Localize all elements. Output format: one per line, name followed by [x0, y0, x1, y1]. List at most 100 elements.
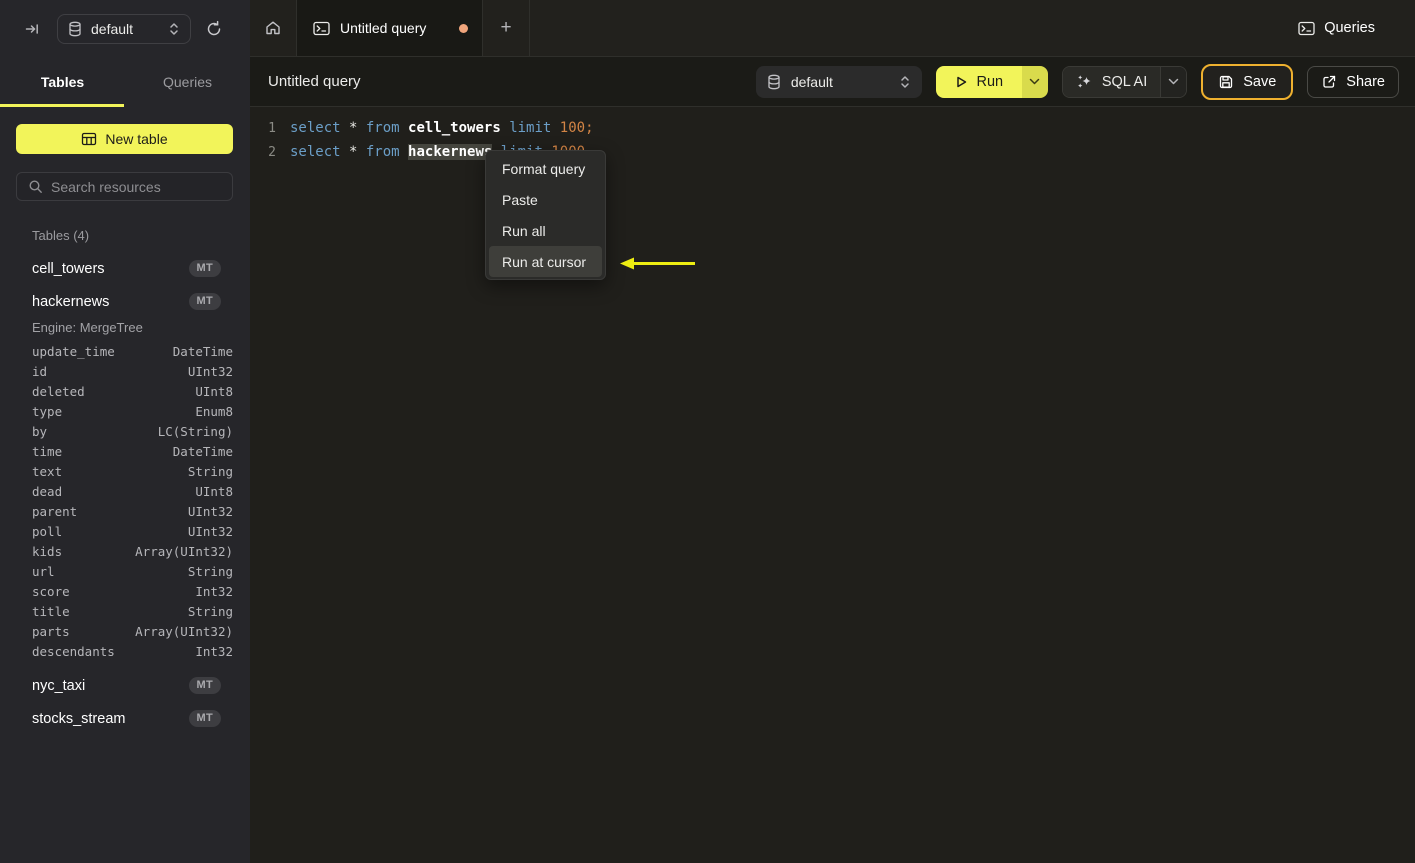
code-token: cell_towers — [408, 120, 501, 136]
column-row[interactable]: deleted UInt8 — [0, 381, 250, 401]
new-table-button[interactable]: New table — [16, 124, 233, 154]
run-options-caret[interactable] — [1021, 65, 1048, 98]
run-button[interactable]: Run — [935, 65, 1048, 98]
table-name: hackernews — [32, 293, 110, 310]
home-button[interactable] — [250, 0, 297, 56]
sql-ai-label: SQL AI — [1101, 73, 1148, 90]
column-type: Int32 — [195, 583, 233, 599]
column-type: Array(UInt32) — [135, 543, 233, 559]
sql-ai-caret[interactable] — [1160, 66, 1187, 97]
table-name: nyc_taxi — [32, 677, 86, 694]
column-row[interactable]: text String — [0, 461, 250, 481]
column-row[interactable]: url String — [0, 561, 250, 581]
chevron-updown-icon — [899, 75, 911, 89]
database-icon — [68, 21, 82, 37]
column-name: descendants — [32, 643, 115, 659]
engine-badge: MT — [188, 710, 221, 727]
column-row[interactable]: id UInt32 — [0, 361, 250, 381]
table-row-hackernews[interactable]: hackernews MT — [0, 285, 250, 318]
menu-item-paste[interactable]: Paste — [489, 184, 602, 215]
column-row[interactable]: type Enum8 — [0, 401, 250, 421]
queries-button[interactable]: Queries — [1298, 20, 1375, 36]
collapse-sidebar-button[interactable] — [24, 21, 40, 37]
collapse-sidebar-icon — [24, 21, 40, 37]
chevron-down-icon — [1168, 78, 1179, 85]
column-type: DateTime — [172, 443, 233, 459]
column-type: DateTime — [172, 343, 233, 359]
column-name: deleted — [32, 383, 85, 399]
share-button[interactable]: Share — [1307, 65, 1399, 98]
sparkles-icon — [1076, 73, 1093, 90]
sql-editor[interactable]: 1 select * from cell_towers limit 100; 2 se… — [250, 107, 1415, 863]
column-row[interactable]: title String — [0, 601, 250, 621]
new-table-label: New table — [105, 131, 168, 147]
search-input[interactable] — [51, 178, 232, 195]
engine-badge: MT — [188, 293, 221, 310]
play-icon — [955, 75, 968, 89]
column-row[interactable]: kids Array(UInt32) — [0, 541, 250, 561]
column-name: poll — [32, 523, 63, 539]
sidebar-tab-queries[interactable]: Queries — [125, 57, 250, 107]
tab-title: Untitled query — [340, 20, 427, 36]
code-token: from — [365, 144, 400, 160]
menu-item-run-all[interactable]: Run all — [489, 215, 602, 246]
refresh-icon — [205, 20, 223, 38]
column-row[interactable]: time DateTime — [0, 441, 250, 461]
save-button[interactable]: Save — [1201, 63, 1294, 100]
tab-untitled-query[interactable]: Untitled query — [297, 0, 483, 56]
sql-ai-button-main[interactable]: SQL AI — [1062, 66, 1161, 97]
tables-section-label: Tables (4) — [32, 228, 90, 243]
column-name: text — [32, 463, 63, 479]
header-database-value: default — [790, 73, 833, 90]
code-line[interactable]: 1 select * from cell_towers limit 100; — [250, 116, 1415, 140]
engine-badge: MT — [188, 677, 221, 694]
column-row[interactable]: parent UInt32 — [0, 501, 250, 521]
query-title: Untitled query — [268, 73, 361, 90]
column-row[interactable]: score Int32 — [0, 581, 250, 601]
hackernews-columns: update_time DateTime id UInt32 deleted UInt8 t… — [0, 341, 250, 669]
sql-ai-button[interactable]: SQL AI — [1061, 65, 1188, 98]
chevron-updown-icon — [168, 22, 180, 36]
sidebar-tabs: Tables Queries — [0, 57, 250, 107]
table-grid-icon — [81, 131, 97, 147]
column-row[interactable]: update_time DateTime — [0, 341, 250, 361]
home-icon — [264, 19, 282, 37]
column-type: UInt8 — [195, 483, 233, 499]
table-row-cell-towers[interactable]: cell_towers MT — [0, 252, 250, 285]
column-row[interactable]: parts Array(UInt32) — [0, 621, 250, 641]
save-icon — [1218, 74, 1234, 90]
menu-item-run-at-cursor[interactable]: Run at cursor — [489, 246, 602, 277]
code-line[interactable]: 2select * from hackernews limit 1000 — [250, 140, 1415, 164]
active-tab-underline — [0, 104, 124, 107]
header-database-selector[interactable]: default — [755, 65, 922, 98]
table-row-stocks-stream[interactable]: stocks_stream MT — [0, 702, 250, 735]
engine-info: Engine: MergeTree — [32, 320, 143, 335]
run-button-main[interactable]: Run — [935, 65, 1022, 98]
code-token: limit — [509, 120, 552, 136]
editor-lines: 1 select * from cell_towers limit 100; 2 se… — [250, 116, 1415, 164]
refresh-button[interactable] — [205, 20, 223, 38]
menu-item-format-query[interactable]: Format query — [489, 153, 602, 184]
new-tab-button[interactable]: + — [483, 0, 530, 56]
sidebar: default Tables Queries New table Search … — [0, 0, 250, 863]
database-icon — [767, 74, 781, 90]
column-type: String — [187, 563, 233, 579]
column-name: score — [32, 583, 70, 599]
column-name: parts — [32, 623, 70, 639]
column-row[interactable]: poll UInt32 — [0, 521, 250, 541]
table-row-nyc-taxi[interactable]: nyc_taxi MT — [0, 669, 250, 702]
unsaved-changes-dot — [459, 23, 468, 33]
sidebar-tab-tables[interactable]: Tables — [0, 57, 125, 107]
column-row[interactable]: by LC(String) — [0, 421, 250, 441]
line-number: 1 — [268, 120, 276, 136]
column-name: id — [32, 363, 48, 379]
share-icon — [1321, 74, 1337, 90]
column-row[interactable]: dead UInt8 — [0, 481, 250, 501]
code-token: 100; — [559, 120, 594, 136]
sidebar-database-selector[interactable]: default — [57, 13, 191, 44]
terminal-icon — [313, 21, 330, 36]
column-type: UInt32 — [187, 503, 233, 519]
column-row[interactable]: descendants Int32 — [0, 641, 250, 661]
